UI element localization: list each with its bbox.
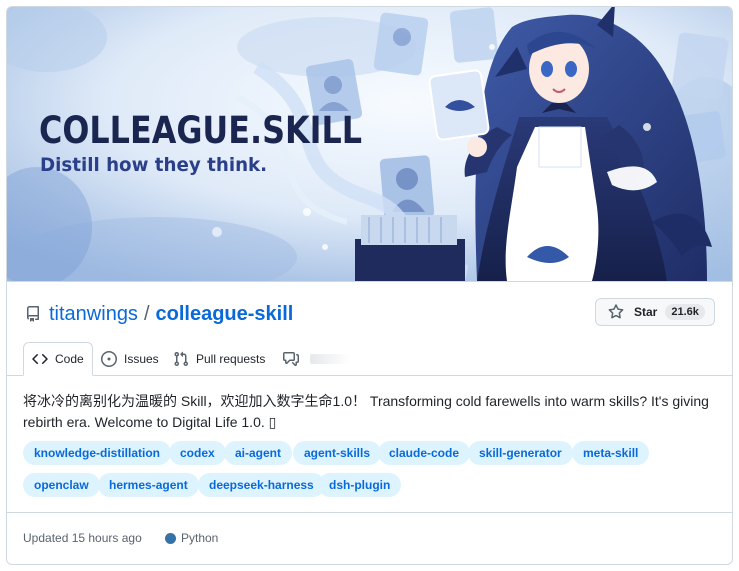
topic-tag[interactable]: openclaw [23,473,100,497]
repo-header: titanwings / colleague-skill [25,301,293,327]
topic-tag[interactable]: deepseek-harness [198,473,325,497]
tab-issues-label: Issues [124,351,159,366]
tab-issues[interactable]: Issues [101,342,159,375]
repo-name-link[interactable]: colleague-skill [156,303,294,326]
topic-tag[interactable]: dsh-plugin [318,473,402,497]
star-button[interactable]: Star 21.6k [595,298,715,326]
tab-code-label: Code [55,352,84,366]
social-preview-banner[interactable]: COLLEAGUE.SKILL Distill how they think. [7,7,732,282]
language-label: Python [181,531,219,545]
repo-icon [26,306,39,322]
repo-card: COLLEAGUE.SKILL Distill how they think. … [6,6,733,565]
tab-pull-requests-label: Pull requests [196,351,266,366]
issue-opened-icon [101,350,117,367]
comment-discussion-icon [283,351,299,366]
git-pull-request-icon [174,351,189,366]
banner-subtitle: Distill how they think. [40,154,268,176]
banner-title: COLLEAGUE.SKILL [39,109,363,152]
tab-discussions[interactable] [283,342,350,375]
tab-pull-requests[interactable]: Pull requests [173,342,265,375]
topic-tag[interactable]: knowledge-distillation [23,441,172,465]
topic-tag[interactable]: claude-code [378,441,471,465]
footer-divider [7,512,732,513]
primary-language: Python [165,531,218,545]
topic-tag[interactable]: skill-generator [468,441,573,465]
topic-tag[interactable]: codex [169,441,226,465]
tab-code[interactable]: Code [23,342,93,376]
topic-tag[interactable]: hermes-agent [98,473,199,497]
star-label: Star [634,305,658,319]
code-icon [32,353,48,365]
repo-tabs: Code Issues Pull requests [7,342,732,376]
topic-tag[interactable]: meta-skill [572,441,650,465]
star-icon [608,304,624,319]
repo-description: 将冰冷的离别化为温暖的 Skill，欢迎加入数字生命1.0！ Transform… [23,393,709,430]
repo-owner-link[interactable]: titanwings [49,303,138,326]
topic-tag[interactable]: ai-agent [224,441,293,465]
topic-tag[interactable]: agent-skills [293,441,382,465]
updated-timestamp: Updated 15 hours ago [23,531,142,545]
repo-separator: / [143,302,150,325]
tab-discussions-label [310,353,350,364]
star-count: 21.6k [665,304,705,320]
language-color-dot [165,532,176,544]
